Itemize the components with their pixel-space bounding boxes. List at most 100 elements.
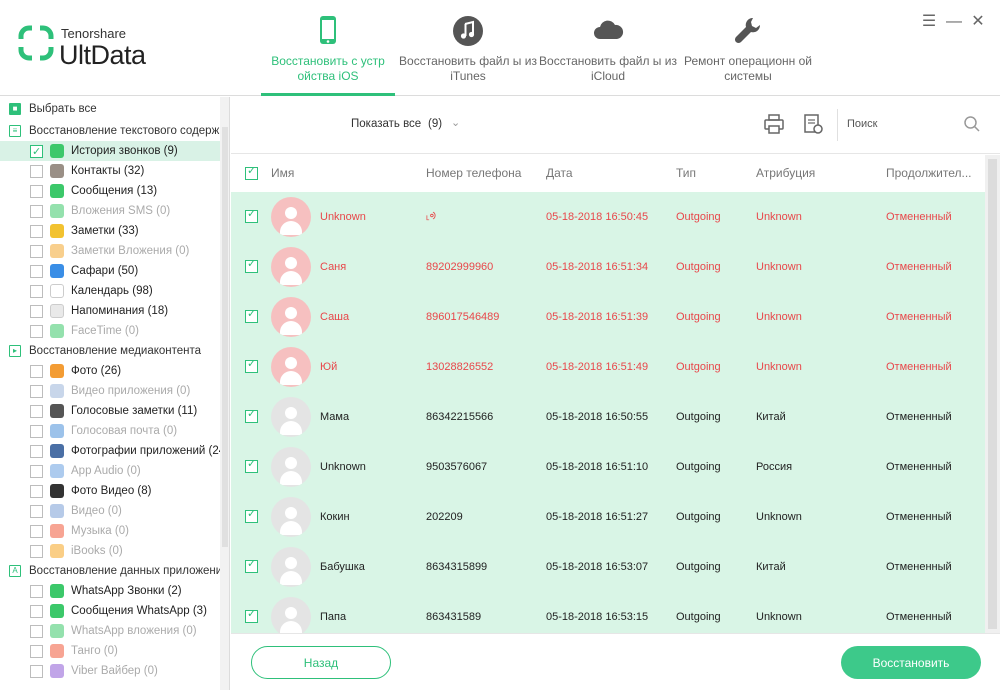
row-checkbox[interactable] <box>245 507 258 523</box>
back-button[interactable]: Назад <box>251 646 391 679</box>
search-icon[interactable] <box>963 115 981 133</box>
cell-duration: Отмененный <box>886 511 952 523</box>
sidebar-item-checkbox[interactable] <box>30 405 43 418</box>
sidebar-item[interactable]: App Audio (0) <box>0 461 220 481</box>
search-input[interactable] <box>847 112 957 136</box>
minimize-button[interactable]: — <box>946 14 962 30</box>
sidebar-item[interactable]: Контакты (32) <box>0 161 220 181</box>
tab-recover-ios[interactable]: Восстановить с устр ойства iOS <box>258 14 398 96</box>
section-text-content[interactable]: ≡ Восстановление текстового содержимого <box>0 121 220 141</box>
column-header-date[interactable]: Дата <box>546 155 666 192</box>
sidebar-item-checkbox[interactable] <box>30 142 43 161</box>
sidebar-item-checkbox[interactable] <box>30 645 43 658</box>
sidebar-item-checkbox[interactable] <box>30 305 43 318</box>
sidebar-item-checkbox[interactable] <box>30 525 43 538</box>
select-all-row[interactable]: ■ Выбрать все <box>0 99 220 119</box>
tab-recover-icloud[interactable]: Восстановить файл ы из iCloud <box>538 14 678 96</box>
table-row[interactable]: Unknown 9503576067 05-18-2018 16:51:10 Outg… <box>231 442 985 492</box>
sidebar-item[interactable]: Видео (0) <box>0 501 220 521</box>
sidebar-item[interactable]: Голосовая почта (0) <box>0 421 220 441</box>
row-checkbox[interactable] <box>245 257 258 273</box>
close-button[interactable]: ✕ <box>970 14 986 30</box>
sidebar-item-checkbox[interactable] <box>30 585 43 598</box>
sidebar-item[interactable]: Фото Видео (8) <box>0 481 220 501</box>
sidebar-item[interactable]: Заметки (33) <box>0 221 220 241</box>
table-row[interactable]: Саня 89202999960 05-18-2018 16:51:34 Outgoi… <box>231 242 985 292</box>
sidebar-item-checkbox[interactable] <box>30 665 43 678</box>
sidebar-item-checkbox[interactable] <box>30 225 43 238</box>
sidebar-item[interactable]: Напоминания (18) <box>0 301 220 321</box>
table-row[interactable]: Юй 13028826552 05-18-2018 16:51:49 Outgoing… <box>231 342 985 392</box>
select-all-checkbox[interactable]: ■ <box>9 103 21 115</box>
row-checkbox[interactable] <box>245 207 258 223</box>
table-scrollbar-thumb[interactable] <box>988 159 997 629</box>
column-header-duration[interactable]: Продолжител... <box>886 155 981 192</box>
section-app-data[interactable]: A Восстановление данных приложений <box>0 561 220 581</box>
column-header-attribution[interactable]: Атрибуция <box>756 155 866 192</box>
sidebar-item-checkbox[interactable] <box>30 425 43 438</box>
menu-button[interactable]: ☰ <box>921 14 937 30</box>
sidebar-item[interactable]: WhatsApp вложения (0) <box>0 621 220 641</box>
sidebar-item-checkbox[interactable] <box>30 285 43 298</box>
row-checkbox[interactable] <box>245 457 258 473</box>
sidebar-item[interactable]: Viber Вайбер (0) <box>0 661 220 681</box>
sidebar-item-checkbox[interactable] <box>30 205 43 218</box>
sidebar-item-checkbox[interactable] <box>30 385 43 398</box>
select-all-rows-checkbox[interactable] <box>245 164 258 180</box>
sidebar-item[interactable]: Вложения SMS (0) <box>0 201 220 221</box>
sidebar-item[interactable]: WhatsApp Звонки (2) <box>0 581 220 601</box>
sidebar-scrollbar-thumb[interactable] <box>222 127 228 547</box>
show-filter-label[interactable]: Показать все <box>351 118 421 130</box>
table-row[interactable]: Unknown ˪ᢀ 05-18-2018 16:50:45 Outgoing Unkn… <box>231 192 985 242</box>
section-media[interactable]: ▸ Восстановление медиаконтента <box>0 341 220 361</box>
sidebar-item[interactable]: FaceTime (0) <box>0 321 220 341</box>
table-row[interactable]: Мама 86342215566 05-18-2018 16:50:55 Outgoi… <box>231 392 985 442</box>
sidebar-item[interactable]: Голосовые заметки (11) <box>0 401 220 421</box>
column-header-name[interactable]: Имя <box>271 155 411 192</box>
row-checkbox[interactable] <box>245 607 258 623</box>
sidebar-item-checkbox[interactable] <box>30 505 43 518</box>
cell-duration: Отмененный <box>886 211 952 223</box>
tab-repair-os[interactable]: Ремонт операционн ой системы <box>678 14 818 96</box>
table-scrollbar[interactable] <box>985 155 1000 633</box>
sidebar-item-checkbox[interactable] <box>30 185 43 198</box>
sidebar-item-checkbox[interactable] <box>30 605 43 618</box>
table-row[interactable]: Папа 863431589 05-18-2018 16:53:15 Outgoing… <box>231 592 985 633</box>
export-settings-icon[interactable] <box>802 113 824 135</box>
table-row[interactable]: Бабушка 8634315899 05-18-2018 16:53:07 Outg… <box>231 542 985 592</box>
sidebar-item[interactable]: Фото (26) <box>0 361 220 381</box>
sidebar-item[interactable]: Сафари (50) <box>0 261 220 281</box>
column-header-type[interactable]: Тип <box>676 155 746 192</box>
sidebar-item-checkbox[interactable] <box>30 445 43 458</box>
sidebar-item[interactable]: Сообщения (13) <box>0 181 220 201</box>
sidebar-item[interactable]: Сообщения WhatsApp (3) <box>0 601 220 621</box>
sidebar-item[interactable]: Календарь (98) <box>0 281 220 301</box>
sidebar-item-checkbox[interactable] <box>30 545 43 558</box>
table-row[interactable]: Кокин 202209 05-18-2018 16:51:27 Outgoing Un… <box>231 492 985 542</box>
sidebar-item[interactable]: Заметки Вложения (0) <box>0 241 220 261</box>
column-header-phone[interactable]: Номер телефона <box>426 155 536 192</box>
sidebar-item-checkbox[interactable] <box>30 265 43 278</box>
restore-button[interactable]: Восстановить <box>841 646 981 679</box>
sidebar-item-checkbox[interactable] <box>30 245 43 258</box>
sidebar-item[interactable]: iBooks (0) <box>0 541 220 561</box>
print-icon[interactable] <box>763 113 785 135</box>
row-checkbox[interactable] <box>245 307 258 323</box>
row-checkbox[interactable] <box>245 557 258 573</box>
sidebar-item[interactable]: Танго (0) <box>0 641 220 661</box>
chevron-down-icon[interactable]: ⌄ <box>451 116 460 129</box>
sidebar-item[interactable]: Музыка (0) <box>0 521 220 541</box>
sidebar-item[interactable]: Фотографии приложений (24) <box>0 441 220 461</box>
table-row[interactable]: Саша 896017546489 05-18-2018 16:51:39 Outgo… <box>231 292 985 342</box>
sidebar-item-checkbox[interactable] <box>30 165 43 178</box>
sidebar-item-checkbox[interactable] <box>30 365 43 378</box>
sidebar-item[interactable]: Видео приложения (0) <box>0 381 220 401</box>
sidebar-item-checkbox[interactable] <box>30 465 43 478</box>
sidebar-item-checkbox[interactable] <box>30 625 43 638</box>
sidebar-item[interactable]: История звонков (9) <box>0 141 220 161</box>
row-checkbox[interactable] <box>245 357 258 373</box>
tab-recover-itunes[interactable]: Восстановить файл ы из iTunes <box>398 14 538 96</box>
row-checkbox[interactable] <box>245 407 258 423</box>
sidebar-item-checkbox[interactable] <box>30 325 43 338</box>
sidebar-item-checkbox[interactable] <box>30 485 43 498</box>
